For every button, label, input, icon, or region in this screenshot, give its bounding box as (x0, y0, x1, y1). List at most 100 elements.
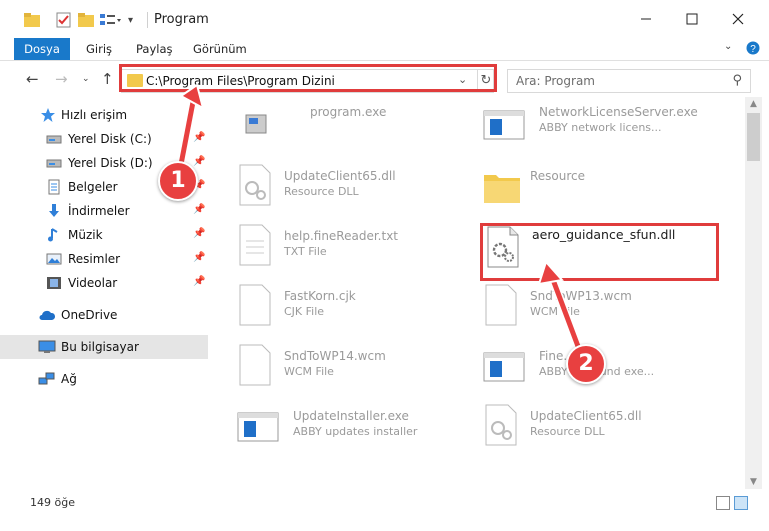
dll-file-icon (236, 163, 276, 207)
application-icon (482, 343, 525, 387)
sidebar-item-videos[interactable]: Videolar 📌 (0, 271, 208, 295)
documents-icon (46, 179, 62, 195)
dll-file-icon (482, 403, 522, 447)
cloud-icon (38, 307, 56, 323)
file-name: program.exe (310, 105, 387, 119)
generic-file-icon (236, 343, 276, 387)
scroll-up-icon[interactable]: ▲ (745, 99, 762, 109)
sidebar-item-music[interactable]: Müzik 📌 (0, 223, 208, 247)
file-item[interactable]: FastKorn.cjk CJK File (236, 279, 476, 331)
file-item[interactable]: Resource (482, 159, 722, 211)
file-item[interactable]: UpdateClient65.dll Resource DLL (236, 159, 476, 211)
sidebar-item-label: İndirmeler (68, 204, 130, 218)
view-icon[interactable] (100, 10, 122, 30)
file-list: program.exe NetworkLicenseServer.exe ABB… (218, 97, 745, 489)
title-separator (147, 12, 148, 28)
sidebar-item-label: Yerel Disk (D:) (68, 156, 153, 170)
file-item[interactable]: program.exe (236, 97, 476, 149)
forward-arrow-icon[interactable]: → (55, 70, 68, 88)
tab-file[interactable]: Dosya (14, 38, 70, 60)
pictures-icon (46, 251, 62, 267)
file-name: NetworkLicenseServer.exe (539, 105, 698, 119)
address-highlight-box (119, 64, 497, 92)
application-icon (236, 403, 279, 447)
file-item[interactable]: help.fineReader.txt TXT File (236, 219, 476, 271)
pin-icon[interactable]: 📌 (193, 252, 205, 263)
new-folder-icon[interactable] (78, 10, 94, 30)
network-icon (38, 371, 55, 387)
file-type: TXT File (284, 245, 327, 258)
folder-icon (482, 163, 522, 207)
sidebar-item-label: Ağ (61, 372, 77, 386)
search-input[interactable]: Ara: Program ⚲ (507, 69, 751, 93)
sidebar-item-drive-c[interactable]: Yerel Disk (C:) 📌 (0, 127, 208, 151)
pin-icon[interactable]: 📌 (193, 156, 205, 167)
scroll-down-icon[interactable]: ▼ (745, 477, 762, 487)
sidebar-item-label: Videolar (68, 276, 118, 290)
file-item[interactable]: UpdateClient65.dll Resource DLL (482, 399, 722, 451)
sidebar-item-quick-access[interactable]: Hızlı erişim (0, 103, 208, 127)
back-arrow-icon[interactable]: ← (26, 70, 39, 88)
customize-chevron-icon[interactable]: ▾ (128, 10, 133, 30)
file-type: ABBY network licens... (539, 121, 662, 134)
file-item[interactable]: NetworkLicenseServer.exe ABBY network li… (482, 97, 722, 149)
item-count: 149 öğe (30, 496, 75, 509)
file-name: SndToWP14.wcm (284, 349, 386, 363)
file-item[interactable]: UpdateInstaller.exe ABBY updates install… (236, 399, 476, 451)
file-item[interactable]: SndToWP13.wcm WCM File (482, 279, 722, 331)
sidebar-item-onedrive[interactable]: OneDrive (0, 303, 208, 327)
file-type: WCM File (530, 305, 580, 318)
drive-icon (46, 155, 62, 171)
file-name: help.fineReader.txt (284, 229, 398, 243)
file-name: Resource (530, 169, 586, 183)
close-icon[interactable] (715, 0, 761, 38)
file-item[interactable]: SndToWP14.wcm WCM File (236, 339, 476, 391)
recent-chevron-icon[interactable]: ⌄ (82, 74, 90, 84)
pin-icon[interactable]: 📌 (193, 132, 205, 143)
sidebar-item-downloads[interactable]: İndirmeler 📌 (0, 199, 208, 223)
maximize-icon[interactable] (669, 0, 715, 38)
window-title: Program (154, 12, 209, 27)
sidebar-item-label: Belgeler (68, 180, 118, 194)
status-bar: 149 öğe (0, 489, 769, 531)
details-view-icon[interactable] (716, 496, 730, 510)
tab-home[interactable]: Giriş (86, 38, 112, 60)
up-arrow-icon[interactable]: ↑ (101, 70, 114, 88)
minimize-icon[interactable] (623, 0, 669, 38)
pin-icon[interactable]: 📌 (193, 276, 205, 287)
expand-ribbon-icon[interactable]: ⌄ (724, 41, 732, 52)
file-type: ABBY updates installer (293, 425, 418, 438)
properties-icon[interactable] (56, 10, 72, 30)
callout-badge: 1 (158, 161, 198, 201)
sidebar-item-this-pc[interactable]: Bu bilgisayar (0, 335, 208, 359)
pin-icon[interactable]: 📌 (193, 228, 205, 239)
application-icon (482, 101, 525, 145)
file-type: WCM File (284, 365, 334, 378)
sidebar-item-pictures[interactable]: Resimler 📌 (0, 247, 208, 271)
sidebar-item-label: Müzik (68, 228, 103, 242)
file-type: Resource DLL (284, 185, 359, 198)
svg-text:?: ? (750, 44, 756, 55)
sidebar-item-network[interactable]: Ağ (0, 367, 208, 391)
pin-icon[interactable]: 📌 (193, 204, 205, 215)
tab-share[interactable]: Paylaş (136, 38, 173, 60)
tab-view[interactable]: Görünüm (193, 38, 247, 60)
vertical-scrollbar[interactable]: ▲ ▼ (745, 97, 762, 489)
computer-icon (38, 339, 56, 355)
scrollbar-thumb[interactable] (747, 113, 760, 161)
ribbon: Dosya Giriş Paylaş Görünüm ⌄ ? (0, 38, 769, 61)
star-icon (40, 107, 56, 123)
generic-file-icon (236, 283, 276, 327)
help-icon[interactable]: ? (746, 41, 760, 59)
file-name: UpdateClient65.dll (530, 409, 642, 423)
sidebar-item-label: Hızlı erişim (61, 108, 128, 122)
text-file-icon (236, 223, 276, 267)
exe-file-icon (236, 101, 276, 145)
file-type: CJK File (284, 305, 325, 318)
sidebar-item-label: Yerel Disk (C:) (68, 132, 152, 146)
large-icons-view-icon[interactable] (734, 496, 748, 510)
search-icon: ⚲ (732, 73, 742, 88)
sidebar-item-label: Resimler (68, 252, 121, 266)
file-name: FastKorn.cjk (284, 289, 356, 303)
generic-file-icon (482, 283, 522, 327)
